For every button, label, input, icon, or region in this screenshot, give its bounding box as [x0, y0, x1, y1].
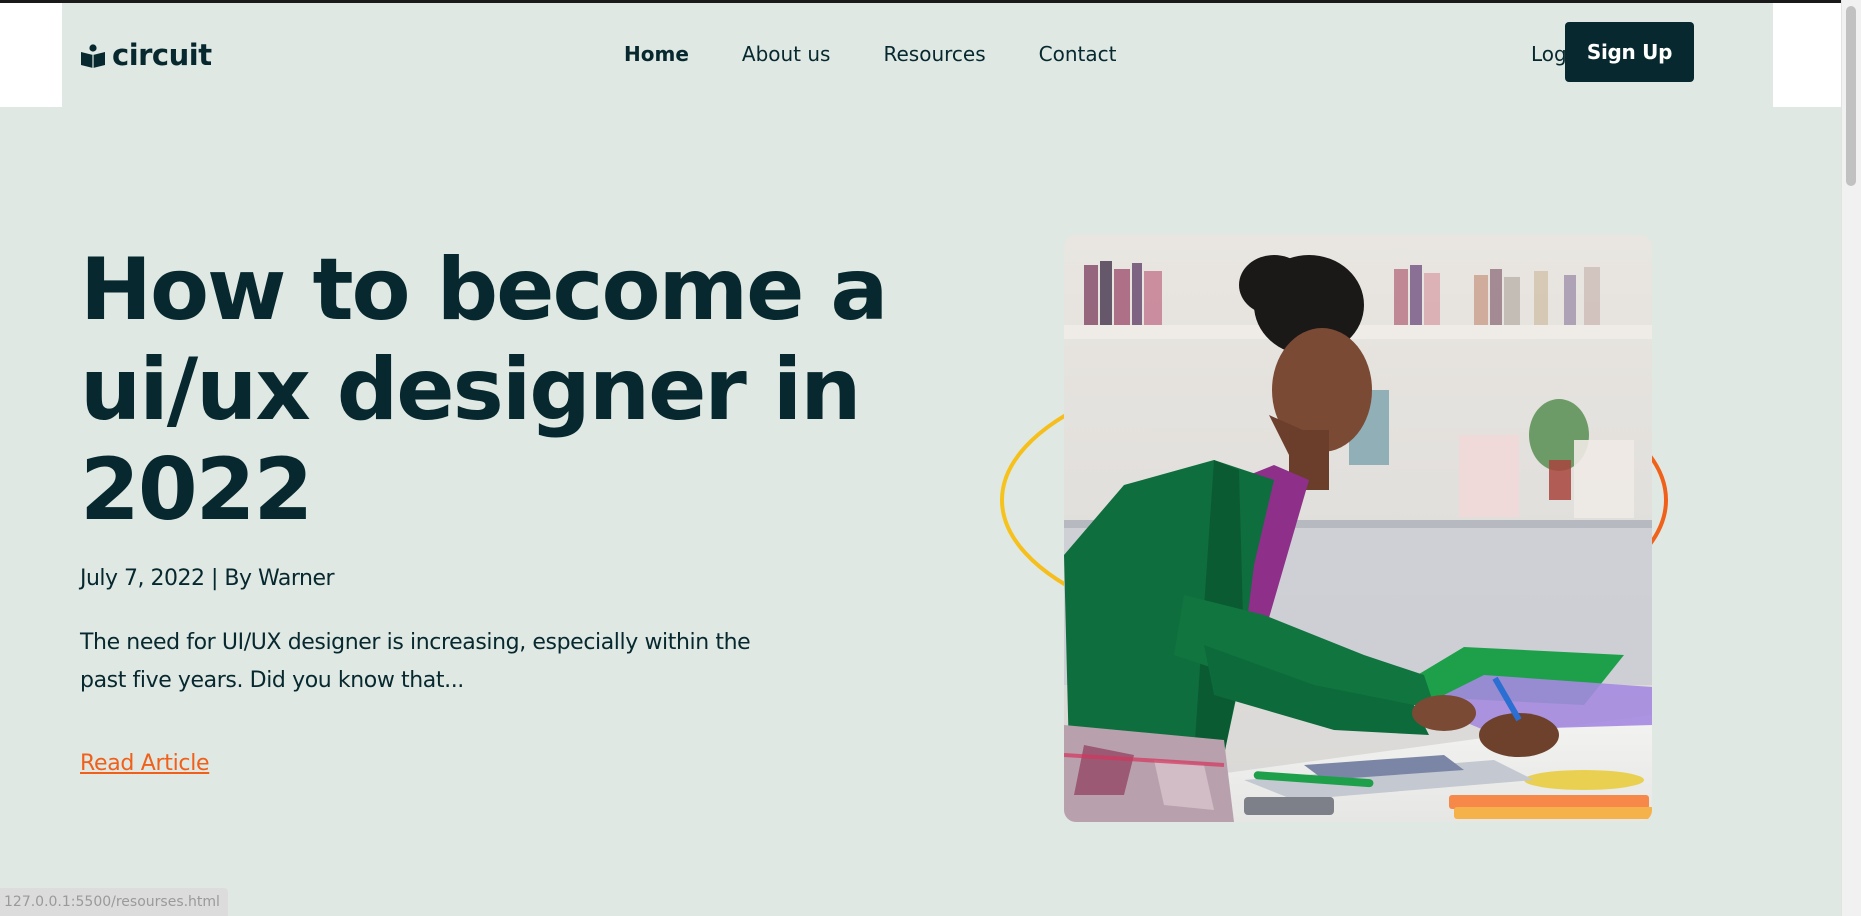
- read-article-link[interactable]: Read Article: [80, 751, 210, 776]
- nav-item-resources[interactable]: Resources: [883, 44, 985, 64]
- scrollbar-thumb[interactable]: [1846, 6, 1856, 186]
- book-icon: [80, 43, 106, 68]
- article-meta: July 7, 2022 | By Warner: [80, 566, 335, 591]
- nav-item-home[interactable]: Home: [624, 44, 689, 64]
- status-bar-url: 127.0.0.1:5500/resourses.html: [0, 888, 228, 916]
- navbar: circuit Home About us Resources Contact …: [62, 3, 1773, 107]
- article-excerpt: The need for UI/UX designer is increasin…: [80, 630, 751, 693]
- nav-item-contact[interactable]: Contact: [1039, 44, 1117, 64]
- nav-item-about-us[interactable]: About us: [742, 44, 831, 64]
- article-title: How to become a ui/ux designer in 2022: [80, 240, 888, 540]
- signup-button[interactable]: Sign Up: [1565, 22, 1694, 82]
- main-nav: Home About us Resources Contact: [624, 44, 1116, 64]
- brand-logo[interactable]: circuit: [80, 41, 212, 70]
- brand-name: circuit: [112, 38, 212, 72]
- article-image: [1064, 235, 1652, 822]
